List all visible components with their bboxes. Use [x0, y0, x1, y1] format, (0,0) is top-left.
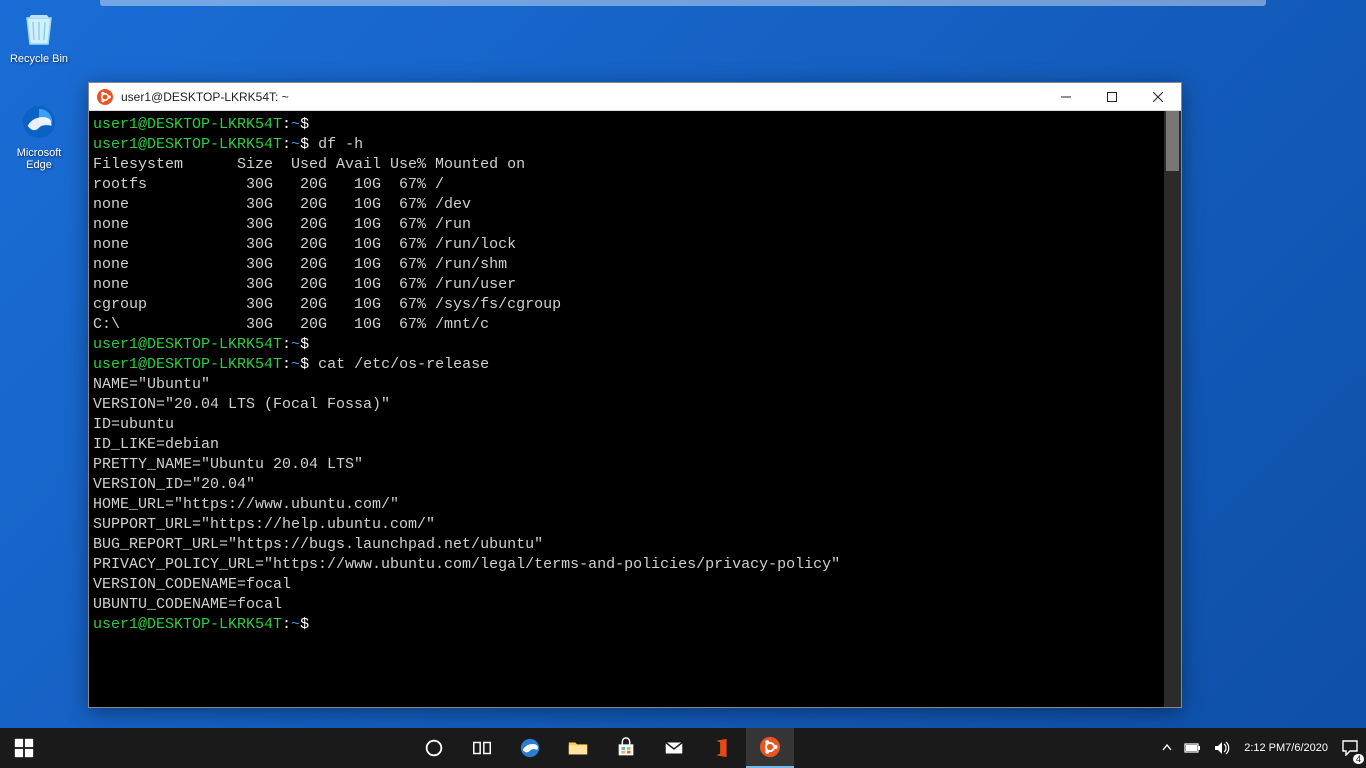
window-title: user1@DESKTOP-LKRK54T: ~	[121, 90, 1043, 104]
taskbar-file-explorer-button[interactable]	[554, 728, 602, 768]
taskbar-office-button[interactable]	[698, 728, 746, 768]
terminal-window[interactable]: user1@DESKTOP-LKRK54T: ~ user1@DESKTOP-L…	[88, 82, 1182, 708]
close-button[interactable]	[1135, 83, 1181, 111]
desktop-icon-edge[interactable]: Microsoft Edge	[4, 100, 74, 171]
taskbar-store-button[interactable]	[602, 728, 650, 768]
taskbar-edge-button[interactable]	[506, 728, 554, 768]
recycle-bin-icon	[17, 6, 61, 50]
notification-badge: 4	[1353, 754, 1364, 764]
clock-time: 2:12 PM	[1244, 742, 1285, 755]
titlebar[interactable]: user1@DESKTOP-LKRK54T: ~	[89, 83, 1181, 111]
terminal-output[interactable]: user1@DESKTOP-LKRK54T:~$ user1@DESKTOP-L…	[89, 111, 1164, 707]
tray-chevron-up[interactable]	[1156, 728, 1178, 768]
desktop-icon-label: Microsoft Edge	[4, 147, 74, 171]
start-button[interactable]	[0, 728, 48, 768]
edge-icon	[17, 100, 61, 144]
taskbar-mail-button[interactable]	[650, 728, 698, 768]
top-edge-highlight	[100, 0, 1266, 6]
cortana-button[interactable]	[410, 728, 458, 768]
tray-volume-icon[interactable]	[1208, 728, 1236, 768]
taskbar-ubuntu-button[interactable]	[746, 728, 794, 768]
tray-notifications-button[interactable]: 4	[1336, 728, 1366, 768]
tray-clock[interactable]: 2:12 PM 7/6/2020	[1236, 728, 1336, 768]
maximize-button[interactable]	[1089, 83, 1135, 111]
desktop-icon-recycle-bin[interactable]: Recycle Bin	[4, 6, 74, 65]
ubuntu-icon	[95, 87, 115, 107]
desktop-icon-label: Recycle Bin	[4, 53, 74, 65]
taskbar: 2:12 PM 7/6/2020 4	[0, 728, 1366, 768]
scrollbar-thumb[interactable]	[1166, 111, 1179, 171]
task-view-button[interactable]	[458, 728, 506, 768]
clock-date: 7/6/2020	[1285, 742, 1328, 755]
terminal-body[interactable]: user1@DESKTOP-LKRK54T:~$ user1@DESKTOP-L…	[89, 111, 1181, 707]
scrollbar[interactable]	[1164, 111, 1181, 707]
tray-battery-icon[interactable]	[1178, 728, 1208, 768]
minimize-button[interactable]	[1043, 83, 1089, 111]
